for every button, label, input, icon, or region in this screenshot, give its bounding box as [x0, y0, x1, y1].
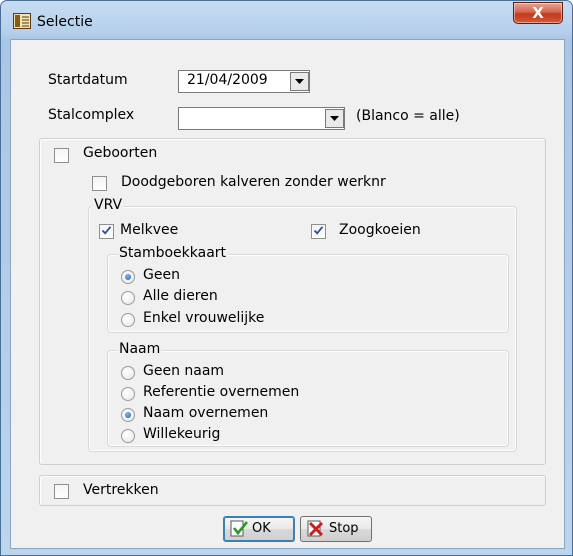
radio-stamboek-alle-dieren[interactable]: [121, 291, 135, 305]
naam-option-geen-naam: Geen naam: [143, 363, 225, 379]
stamboek-option-enkel-vrouwelijke: Enkel vrouwelijke: [143, 310, 265, 326]
melkvee-label: Melkvee: [120, 222, 179, 238]
startdatum-picker[interactable]: 21/04/2009: [178, 70, 310, 93]
radio-stamboek-enkel-vrouwelijke[interactable]: [121, 313, 135, 327]
chevron-down-icon: [295, 79, 304, 84]
stalcomplex-dropdown-button[interactable]: [325, 109, 344, 128]
stalcomplex-hint: (Blanco = alle): [356, 108, 460, 124]
chevron-down-icon: [330, 116, 339, 121]
app-icon: [13, 13, 31, 29]
checkmark-icon: [313, 226, 324, 235]
naam-legend: Naam: [117, 341, 163, 357]
startdatum-label: Startdatum: [48, 72, 128, 88]
naam-option-referentie-overnemen: Referentie overnemen: [143, 384, 300, 400]
stamboek-option-alle-dieren: Alle dieren: [143, 288, 218, 304]
title-bar[interactable]: Selectie X: [1, 1, 572, 39]
stop-label: Stop: [329, 521, 359, 536]
radio-naam-referentie-overnemen[interactable]: [121, 387, 135, 401]
checkmark-icon: [101, 226, 112, 235]
radio-stamboek-geen[interactable]: [121, 270, 135, 284]
close-button[interactable]: X: [513, 2, 563, 24]
geboorten-label: Geboorten: [83, 145, 158, 161]
naam-option-naam-overnemen: Naam overnemen: [143, 405, 269, 421]
close-icon: X: [532, 4, 544, 22]
radio-naam-naam-overnemen[interactable]: [121, 408, 135, 422]
startdatum-dropdown-button[interactable]: [290, 72, 309, 91]
geboorten-checkbox[interactable]: [54, 148, 69, 163]
stamboekkaart-legend: Stamboekkaart: [117, 245, 229, 261]
stop-button[interactable]: Stop: [300, 516, 372, 542]
red-x-icon: [307, 520, 325, 541]
vertrekken-checkbox[interactable]: [54, 484, 69, 499]
doodgeboren-label: Doodgeboren kalveren zonder werknr: [121, 174, 386, 190]
dialog-client-area: Startdatum 21/04/2009 Stalcomplex (Blanc…: [10, 39, 565, 549]
naam-option-willekeurig: Willekeurig: [143, 426, 221, 442]
vertrekken-label: Vertrekken: [83, 482, 159, 498]
stamboek-option-geen: Geen: [143, 267, 180, 283]
zoogkoeien-label: Zoogkoeien: [339, 222, 421, 238]
doodgeboren-checkbox[interactable]: [92, 176, 107, 191]
ok-label: OK: [252, 521, 271, 536]
radio-selected-dot: [125, 412, 131, 418]
ok-button[interactable]: OK: [223, 516, 295, 542]
window-title: Selectie: [37, 14, 93, 30]
stalcomplex-select[interactable]: [178, 107, 345, 130]
radio-naam-willekeurig[interactable]: [121, 429, 135, 443]
zoogkoeien-checkbox[interactable]: [311, 224, 326, 239]
startdatum-value: 21/04/2009: [187, 72, 268, 88]
dialog-window: Selectie X Startdatum 21/04/2009 Stalcom…: [0, 0, 573, 556]
stalcomplex-label: Stalcomplex: [48, 107, 135, 123]
melkvee-checkbox[interactable]: [99, 224, 114, 239]
radio-naam-geen-naam[interactable]: [121, 366, 135, 380]
vrv-legend: VRV: [92, 197, 125, 213]
checkmark-document-icon: [230, 520, 249, 541]
radio-selected-dot: [125, 274, 131, 280]
